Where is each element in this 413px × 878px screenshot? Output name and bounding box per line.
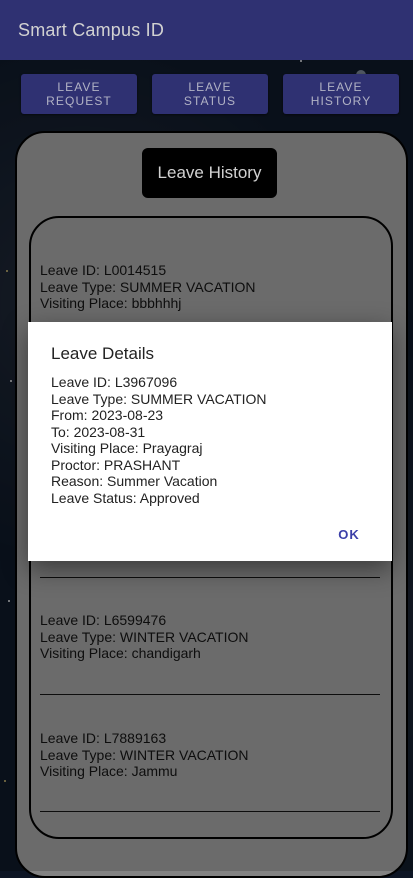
ok-button[interactable]: OK [328, 522, 370, 546]
detail-from: From: 2023-08-23 [51, 407, 164, 423]
detail-visiting-place: Visiting Place: Prayagraj [51, 440, 203, 456]
detail-reason: Reason: Summer Vacation [51, 473, 218, 489]
dialog-title: Leave Details [51, 344, 155, 363]
detail-leave-type: Leave Type: SUMMER VACATION [51, 390, 267, 407]
detail-proctor: Proctor: PRASHANT [51, 456, 181, 473]
leave-details-dialog: Leave Details Leave ID: L3967096 Leave T… [28, 322, 392, 561]
detail-leave-id: Leave ID: L3967096 [51, 374, 178, 390]
detail-leave-status: Leave Status: Approved [51, 489, 200, 506]
dialog-body: Leave ID: L3967096 Leave Type: SUMMER VA… [51, 374, 371, 506]
detail-to: To: 2023-08-31 [51, 423, 146, 440]
